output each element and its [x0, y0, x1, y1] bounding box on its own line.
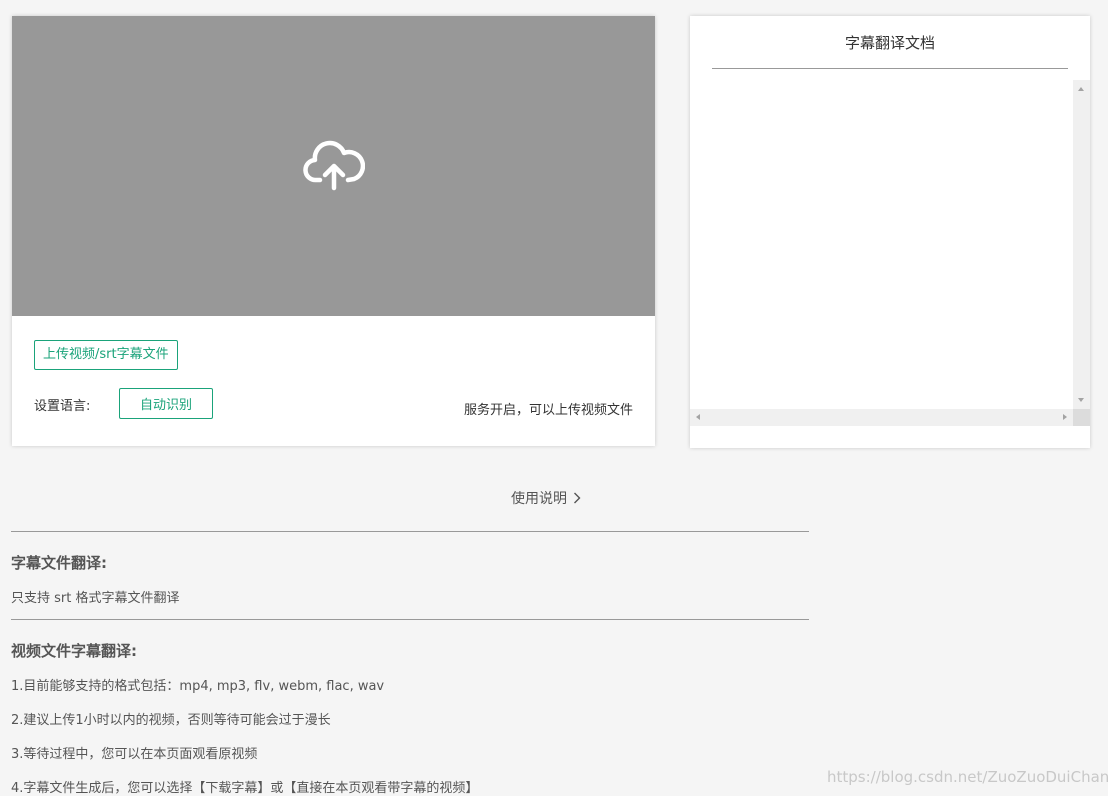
service-status-text: 服务开启，可以上传视频文件 — [463, 403, 633, 418]
vertical-scrollbar[interactable] — [1073, 80, 1090, 409]
cloud-upload-icon — [302, 140, 365, 191]
scroll-left-icon[interactable] — [696, 414, 700, 420]
upload-card: 上传视频/srt字幕文件 设置语言: 自动识别 服务开启，可以上传视频文件 — [12, 16, 655, 446]
section-divider — [11, 619, 809, 620]
help-link-label: 使用说明 — [511, 491, 567, 507]
video-instruction-item: 3.等待过程中，您可以在本页面观看原视频 — [11, 747, 258, 762]
upload-drop-area[interactable] — [12, 16, 655, 316]
horizontal-scrollbar[interactable] — [690, 409, 1073, 426]
scrollbar-corner — [1073, 409, 1090, 426]
language-label: 设置语言: — [34, 399, 91, 414]
upload-file-button[interactable]: 上传视频/srt字幕文件 — [34, 340, 178, 370]
language-select-button[interactable]: 自动识别 — [119, 388, 213, 419]
video-instruction-item: 4.字幕文件生成后，您可以选择【下载字幕】或【直接在本页观看带字幕的视频】 — [11, 781, 479, 796]
document-divider — [712, 68, 1068, 69]
section-divider — [11, 531, 809, 532]
subtitle-document-textarea[interactable] — [690, 80, 1073, 409]
chevron-right-icon — [574, 492, 581, 504]
video-instruction-item: 2.建议上传1小时以内的视频，否则等待可能会过于漫长 — [11, 713, 331, 728]
help-link[interactable]: 使用说明 — [511, 488, 581, 508]
video-instruction-item: 1.目前能够支持的格式包括：mp4, mp3, flv, webm, flac,… — [11, 679, 385, 694]
document-title: 字幕翻译文档 — [844, 34, 935, 52]
subtitle-section-text: 只支持 srt 格式字幕文件翻译 — [11, 591, 180, 606]
watermark-text: https://blog.csdn.net/ZuoZuoDuiChang — [827, 768, 1108, 786]
subtitle-document-card: 字幕翻译文档 — [690, 16, 1090, 448]
scroll-right-icon[interactable] — [1063, 414, 1067, 420]
scroll-down-icon[interactable] — [1078, 398, 1084, 402]
video-section-title: 视频文件字幕翻译: — [11, 642, 137, 660]
scroll-up-icon[interactable] — [1078, 87, 1084, 91]
subtitle-section-title: 字幕文件翻译: — [11, 554, 107, 572]
